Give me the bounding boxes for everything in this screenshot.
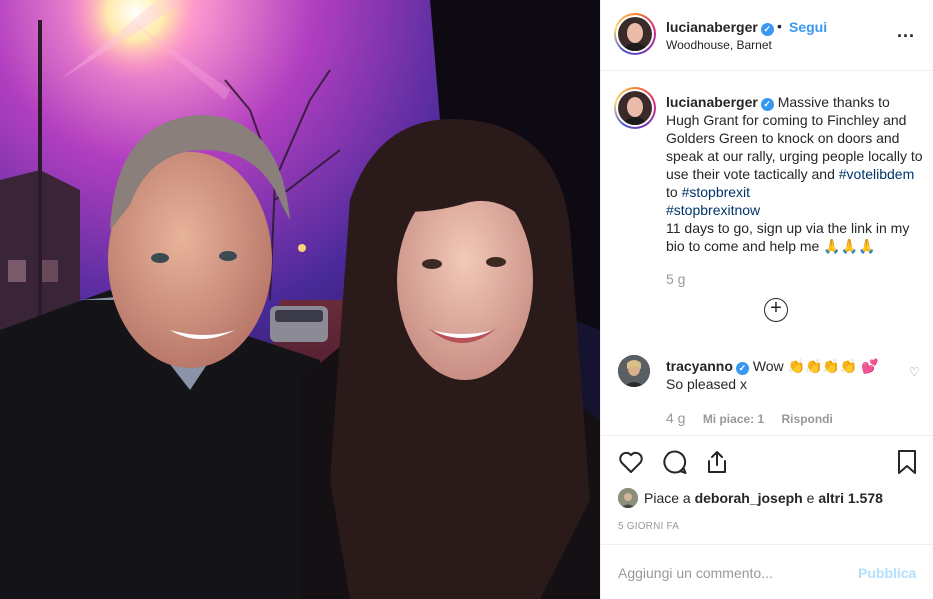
liker-avatar-image — [618, 488, 638, 508]
likes-summary: Piace a deborah_joseph e altri 1.578 — [618, 488, 883, 508]
caption-time[interactable]: 5 g — [666, 271, 685, 287]
verified-check-icon: ✓ — [760, 98, 774, 111]
post-photo-image — [0, 0, 600, 599]
likes-prefix: Piace a — [644, 490, 691, 506]
comment-time[interactable]: 4 g — [666, 410, 685, 426]
comment-heart-icon[interactable]: ♡ — [909, 365, 920, 379]
likes-conjunction: e — [806, 490, 815, 506]
author-username[interactable]: lucianaberger ✓ — [666, 19, 774, 36]
liker-avatar[interactable] — [618, 488, 638, 508]
comment-icon[interactable] — [661, 448, 689, 476]
post-date[interactable]: 5 GIORNI FA — [618, 521, 679, 532]
heart-icon[interactable] — [617, 448, 645, 476]
follow-button[interactable]: Segui — [789, 19, 827, 35]
share-icon[interactable] — [703, 448, 731, 476]
caption-text: lucianaberger ✓ Massive thanks to Hugh Gr… — [666, 93, 924, 255]
caption-avatar[interactable] — [614, 87, 656, 129]
comment-text: tracyanno ✓ Wow 👏👏👏👏 💕 So pleased x — [666, 357, 898, 393]
post-side-panel: lucianaberger ✓ • Segui Woodhouse, Barnet… — [600, 0, 933, 599]
instagram-post: lucianaberger ✓ • Segui Woodhouse, Barnet… — [0, 0, 933, 599]
comment-input[interactable] — [618, 562, 848, 584]
plus-circle-icon[interactable]: + — [764, 298, 788, 322]
comment-meta: 4 g Mi piace: 1 Rispondi — [666, 410, 847, 426]
likes-count[interactable]: altri 1.578 — [818, 490, 883, 506]
caption-connector: to — [666, 184, 678, 200]
comment-line-2: So pleased x — [666, 376, 747, 392]
separator-dot: • — [777, 18, 782, 34]
author-username-text[interactable]: lucianaberger — [666, 19, 758, 35]
caption-username[interactable]: lucianaberger — [666, 94, 758, 110]
action-bar — [601, 435, 933, 490]
commenter-avatar[interactable] — [618, 355, 650, 387]
publish-button[interactable]: Pubblica — [858, 565, 916, 581]
verified-check-icon: ✓ — [735, 362, 749, 375]
comment-line-1: Wow 👏👏👏👏 💕 — [752, 358, 879, 374]
verified-check-icon: ✓ — [760, 23, 774, 36]
liker-username[interactable]: deborah_joseph — [695, 490, 803, 506]
commenter-username[interactable]: tracyanno — [666, 358, 733, 374]
author-avatar-image — [618, 17, 652, 51]
author-avatar[interactable] — [614, 13, 656, 55]
hashtag-link[interactable]: #stopbrexitnow — [666, 202, 760, 218]
post-header: lucianaberger ✓ • Segui Woodhouse, Barnet… — [601, 0, 933, 71]
more-options-icon[interactable]: ... — [897, 21, 915, 42]
commenter-avatar-image — [618, 355, 650, 387]
post-location[interactable]: Woodhouse, Barnet — [666, 38, 772, 52]
caption-body-end: 11 days to go, sign up via the link in m… — [666, 220, 910, 254]
add-comment-bar: Pubblica — [601, 544, 933, 599]
hashtag-link[interactable]: #stopbrexit — [682, 184, 750, 200]
bookmark-icon[interactable] — [893, 448, 921, 476]
reply-button[interactable]: Rispondi — [782, 412, 833, 426]
caption-avatar-image — [618, 91, 652, 125]
post-photo[interactable] — [0, 0, 600, 599]
hashtag-link[interactable]: #votelibdem — [839, 166, 915, 182]
comment-likes[interactable]: Mi piace: 1 — [703, 412, 764, 426]
